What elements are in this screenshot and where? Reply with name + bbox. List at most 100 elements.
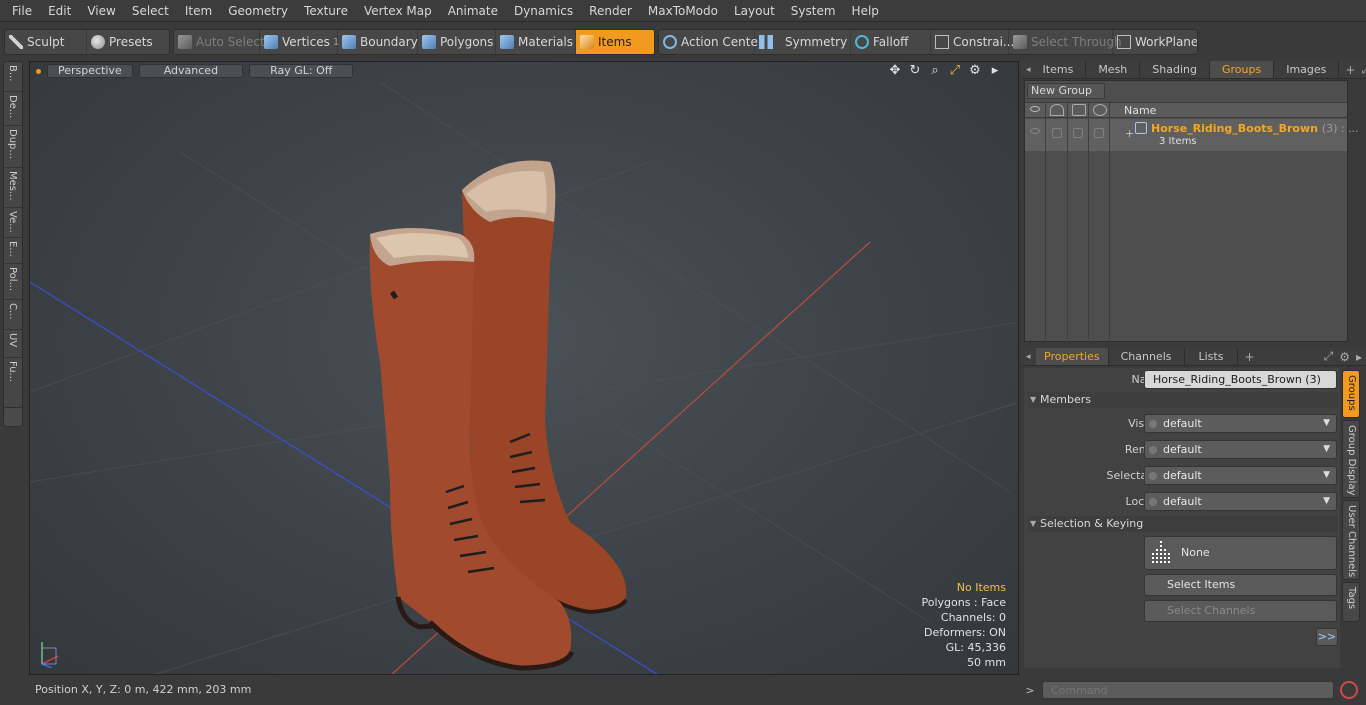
raygl-toggle[interactable]: Ray GL: Off <box>249 64 354 78</box>
auto-select-icon <box>178 35 192 49</box>
left-tab-toggle[interactable] <box>3 407 23 427</box>
selection-keying-section-header[interactable]: ▼ Selection & Keying <box>1028 516 1338 532</box>
symmetry-button[interactable]: Symmetry <box>755 30 851 54</box>
rotate-icon[interactable]: ↻ <box>908 64 922 78</box>
left-tab-basic[interactable]: B... <box>4 62 22 92</box>
group-row[interactable]: + Horse_Riding_Boots_Brown (3) : ... 3 I… <box>1025 119 1359 151</box>
side-tab-groups[interactable]: Groups <box>1342 370 1360 418</box>
tab-mesh[interactable]: Mesh ... <box>1086 61 1141 93</box>
menu-view[interactable]: View <box>79 0 123 22</box>
group-select-toggle[interactable] <box>1094 128 1104 138</box>
menu-geometry[interactable]: Geometry <box>220 0 296 22</box>
pan-icon[interactable]: ✥ <box>888 64 902 78</box>
visible-dropdown[interactable]: default ▼ <box>1144 414 1337 433</box>
menu-help[interactable]: Help <box>844 0 887 22</box>
vertices-button[interactable]: Vertices 1 <box>260 30 339 54</box>
tab-items[interactable]: Items <box>1031 61 1087 78</box>
action-center-icon <box>663 35 677 49</box>
expand-panel-icon[interactable]: ⤢ <box>1361 62 1366 77</box>
3d-viewport[interactable]: Perspective Advanced Ray GL: Off ✥ ↻ ⌕ ⤢… <box>29 61 1019 675</box>
sculpt-button[interactable]: Sculpt <box>5 30 87 54</box>
left-tab-deform[interactable]: De... <box>4 92 22 126</box>
command-input[interactable] <box>1042 681 1334 699</box>
name-column-header[interactable]: Name <box>1124 104 1156 117</box>
left-tab-edge[interactable]: E... <box>4 238 22 264</box>
select-through-button[interactable]: Select Through <box>1009 30 1122 54</box>
menu-maxtomodo[interactable]: MaxToModo <box>640 0 726 22</box>
menu-render[interactable]: Render <box>581 0 640 22</box>
shading-dropdown[interactable]: Advanced <box>138 64 244 78</box>
select-items-button[interactable]: Select Items <box>1144 574 1337 596</box>
left-tab-uv[interactable]: UV <box>4 330 22 358</box>
menu-system[interactable]: System <box>783 0 844 22</box>
properties-gear-icon[interactable]: ⚙ <box>1339 350 1350 364</box>
side-tab-tags[interactable]: Tags <box>1342 582 1360 622</box>
viewport-info-overlay: No Items Polygons : Face Channels: 0 Def… <box>921 580 1006 670</box>
group-render-toggle[interactable] <box>1052 128 1062 138</box>
constraints-button[interactable]: Constrai... <box>931 30 1014 54</box>
workplane-icon <box>1117 35 1131 49</box>
menu-dynamics[interactable]: Dynamics <box>506 0 581 22</box>
materials-button[interactable]: Materials <box>496 30 576 54</box>
command-prompt-icon: > <box>1025 683 1035 697</box>
zoom-icon[interactable]: ⌕ <box>928 64 942 78</box>
left-tab-mesh-edit[interactable]: Mes... <box>4 168 22 208</box>
left-tab-polygon[interactable]: Pol... <box>4 264 22 300</box>
keying-none-button[interactable]: None <box>1144 536 1337 570</box>
more-options-button[interactable]: >> <box>1316 628 1338 646</box>
command-history-icon[interactable] <box>1340 681 1358 699</box>
render-dropdown[interactable]: default ▼ <box>1144 440 1337 459</box>
add-tab-icon[interactable]: + <box>1345 63 1355 77</box>
dropdown-arrow-icon: ▼ <box>1323 418 1330 428</box>
tab-channels[interactable]: Channels <box>1109 348 1185 365</box>
group-name-input[interactable]: Horse_Riding_Boots_Brown (3) <box>1144 370 1337 389</box>
falloff-button[interactable]: Falloff <box>851 30 931 54</box>
tab-shading[interactable]: Shading <box>1140 61 1210 78</box>
tab-images[interactable]: Images <box>1274 61 1340 78</box>
action-center-button[interactable]: Action Center <box>659 30 763 54</box>
settings-gear-icon[interactable]: ⚙ <box>968 64 982 78</box>
items-button[interactable]: Items <box>576 30 654 54</box>
new-group-button[interactable]: New Group <box>1027 83 1105 99</box>
add-properties-tab-icon[interactable]: + <box>1244 350 1254 364</box>
fit-view-icon[interactable]: ⤢ <box>948 64 962 78</box>
expand-group-icon[interactable]: + <box>1125 127 1134 140</box>
polygons-button[interactable]: Polygons <box>418 30 496 54</box>
group-lock-toggle[interactable] <box>1073 128 1083 138</box>
menu-animate[interactable]: Animate <box>440 0 506 22</box>
group-visibility-icon[interactable] <box>1030 128 1040 134</box>
side-tab-user-channels[interactable]: User Channels <box>1342 500 1360 580</box>
presets-button[interactable]: Presets <box>87 30 169 54</box>
menu-arrow-icon[interactable]: ▸ <box>988 64 1002 78</box>
selectable-row: Selectable default ▼ <box>1024 466 1340 486</box>
side-tab-group-display[interactable]: Group Display <box>1342 420 1360 498</box>
visibility-column-icon <box>1030 106 1040 112</box>
menu-vertex-map[interactable]: Vertex Map <box>356 0 440 22</box>
tab-properties[interactable]: Properties <box>1036 348 1109 365</box>
select-channels-button[interactable]: Select Channels <box>1144 600 1337 622</box>
left-tab-vertex[interactable]: Ve... <box>4 208 22 238</box>
left-tab-duplicate[interactable]: Dup... <box>4 126 22 168</box>
auto-select-button[interactable]: Auto Select <box>174 30 265 54</box>
workplane-button[interactable]: WorkPlane <box>1113 30 1197 54</box>
falloff-icon <box>855 35 869 49</box>
panel-menu-icon[interactable]: ◂ <box>1022 65 1031 75</box>
menu-layout[interactable]: Layout <box>726 0 783 22</box>
boundary-button[interactable]: Boundary <box>338 30 418 54</box>
menu-edit[interactable]: Edit <box>40 0 79 22</box>
properties-arrow-icon[interactable]: ▸ <box>1356 350 1362 364</box>
menu-file[interactable]: File <box>4 0 40 22</box>
tab-groups[interactable]: Groups <box>1209 61 1275 78</box>
menu-select[interactable]: Select <box>124 0 177 22</box>
tab-lists[interactable]: Lists <box>1185 348 1239 365</box>
menu-item[interactable]: Item <box>177 0 220 22</box>
view-mode-dropdown[interactable]: Perspective <box>47 64 133 78</box>
locked-dropdown[interactable]: default ▼ <box>1144 492 1337 511</box>
members-section-header[interactable]: ▼ Members <box>1028 392 1338 408</box>
menu-texture[interactable]: Texture <box>296 0 356 22</box>
left-tab-curve[interactable]: C... <box>4 300 22 330</box>
properties-menu-icon[interactable]: ◂ <box>1022 352 1036 362</box>
expand-properties-icon[interactable]: ⤢ <box>1324 349 1334 364</box>
left-tab-fusion[interactable]: Fu... <box>4 358 22 388</box>
selectable-dropdown[interactable]: default ▼ <box>1144 466 1337 485</box>
